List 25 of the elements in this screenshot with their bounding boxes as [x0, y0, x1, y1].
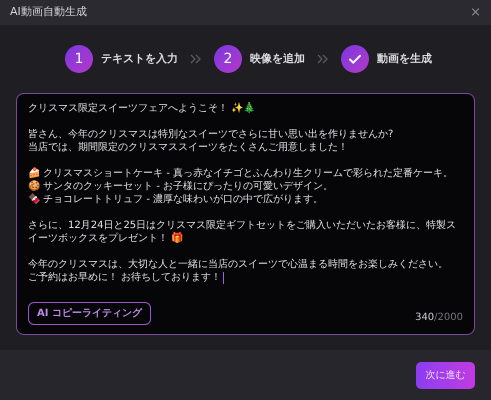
step-label: テキストを入力 [101, 50, 178, 67]
text-line: クリスマス限定スイーツフェアへようこそ！ ✨🎄 [28, 102, 256, 115]
text-line: ご予約はお早めに！ お待ちしております！ [28, 271, 222, 284]
step-number: 1 [65, 45, 93, 73]
close-button[interactable]: × [470, 6, 481, 19]
chevrons-icon [190, 54, 202, 64]
text-line: さらに、12月24日と25日はクリスマス限定ギフトセットをご購入いただいたお客様に、特製スイーツボックスをプレゼント！ 🎁 [28, 219, 458, 245]
checkmark-icon [341, 45, 369, 73]
step-label: 映像を追加 [250, 50, 305, 67]
next-button[interactable]: 次に進む [416, 362, 475, 388]
text-line: 🍰 クリスマスショートケーキ - 真っ赤なイチゴとふんわり生クリームで彩られた定番ケーキ。 [28, 167, 454, 180]
text-editor[interactable] [16, 93, 475, 335]
text-line: 皆さん、今年のクリスマスは特別なスイーツでさらに甘い思い出を作りませんか? [28, 128, 394, 141]
text-line: 当店では、期間限定のクリスマススイーツをたくさんご用意しました！ [28, 141, 348, 154]
ai-copywriting-button[interactable]: AI コピーライティング [28, 302, 151, 325]
text-line: 今年のクリスマスは、大切な人と一緒に当店のスイーツで心温まる時間をお楽しみください。 [28, 258, 448, 271]
text-line: 🍫 チョコレートトリュフ - 濃厚な味わいが口の中で広がります。 [28, 193, 324, 206]
text-line: 🍪 サンタのクッキーセット - お子様にぴったりの可愛いデザイン。 [28, 180, 334, 193]
chevrons-icon [317, 54, 329, 64]
character-limit: /2000 [434, 311, 463, 325]
window-title: AI動画自動生成 [10, 4, 87, 20]
step-number: 2 [214, 45, 242, 73]
character-count: 340 [415, 311, 434, 325]
step-label: 動画を生成 [377, 50, 432, 67]
text-cursor [223, 272, 224, 284]
